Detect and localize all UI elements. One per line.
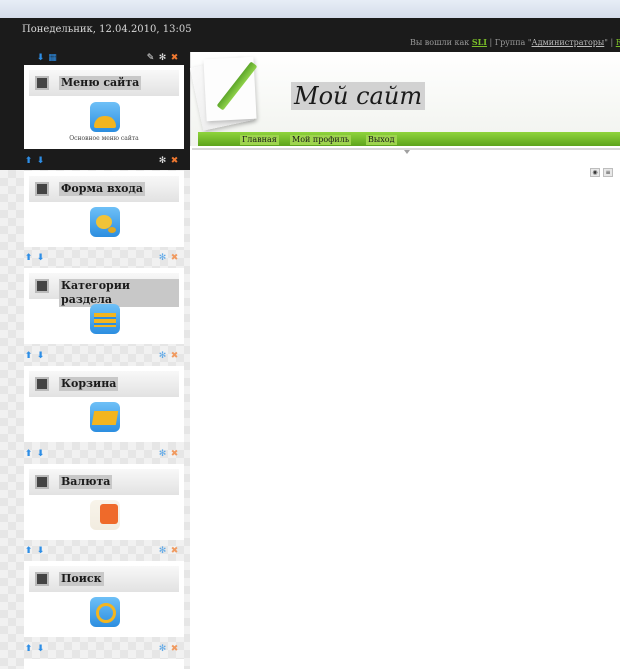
- module-7-left-controls: ⬆ ⬇: [24, 643, 45, 655]
- menu-bell-icon[interactable]: [90, 102, 120, 132]
- admin-page: { "header": { "date": "Понедельник, 12.0…: [0, 0, 620, 669]
- nav-profile[interactable]: Мой профиль: [290, 135, 352, 145]
- key-icon[interactable]: [90, 207, 120, 237]
- move-down-icon[interactable]: ⬇: [36, 351, 45, 361]
- module-4-left-controls: ⬆ ⬇: [24, 350, 45, 362]
- module-square-icon: [37, 574, 47, 584]
- collapse-arrow-icon[interactable]: [404, 150, 410, 154]
- gear-icon[interactable]: ✻: [158, 449, 167, 459]
- grid-icon[interactable]: ▦: [48, 53, 57, 63]
- module-currency: Валюта: [24, 464, 184, 540]
- module-login-form: Форма входа: [24, 171, 184, 247]
- module-title-bar: Поиск: [29, 566, 179, 592]
- module-site-menu: Меню сайта Основное меню сайта: [24, 65, 184, 149]
- basket-icon[interactable]: [90, 402, 120, 432]
- search-magnifier-icon[interactable]: [90, 597, 120, 627]
- module-caption: Основное меню сайта: [69, 135, 139, 142]
- module-3-left-controls: ⬆ ⬇: [24, 252, 45, 264]
- group-link[interactable]: Администраторы: [532, 38, 605, 47]
- move-down-icon[interactable]: ⬇: [36, 449, 45, 459]
- module-7-right-controls: ✻ ✖: [158, 643, 179, 655]
- module-title-bar: Форма входа: [29, 176, 179, 202]
- login-prefix: Вы вошли как: [410, 38, 470, 47]
- move-up-icon[interactable]: ⬆: [24, 644, 33, 654]
- module-title: Поиск: [59, 572, 104, 586]
- module-title: Категории раздела: [59, 279, 179, 307]
- module-2-right-controls: ✻ ✖: [158, 155, 179, 167]
- gear-icon[interactable]: ✻: [158, 351, 167, 361]
- module-square-icon: [37, 477, 47, 487]
- close-icon[interactable]: ✖: [170, 449, 179, 459]
- module-2-left-controls: ⬆ ⬇: [24, 155, 45, 167]
- module-6-right-controls: ✻ ✖: [158, 545, 179, 557]
- gear-icon[interactable]: ✻: [158, 546, 167, 556]
- module-title: Меню сайта: [59, 76, 142, 90]
- categories-icon[interactable]: [90, 304, 120, 334]
- move-up-icon[interactable]: ⬆: [24, 351, 33, 361]
- module-4-right-controls: ✻ ✖: [158, 350, 179, 362]
- user-link[interactable]: SLI: [472, 37, 487, 47]
- module-square-icon: [37, 184, 47, 194]
- site-title[interactable]: Мой сайт: [291, 82, 426, 110]
- module-title-bar: Корзина: [29, 371, 179, 397]
- group-prefix: | Группа ": [486, 38, 532, 47]
- close-icon[interactable]: ✖: [170, 546, 179, 556]
- login-info: Вы вошли как SLI | Группа "Администратор…: [410, 37, 620, 47]
- module-categories: Категории раздела: [24, 268, 184, 344]
- group-suffix: " |: [604, 38, 616, 47]
- module-cart: Корзина: [24, 366, 184, 442]
- move-down-icon[interactable]: ⬇: [36, 546, 45, 556]
- module-5-left-controls: ⬆ ⬇: [24, 448, 45, 460]
- preview-icon[interactable]: ◉: [590, 168, 600, 177]
- close-icon[interactable]: ✖: [170, 253, 179, 263]
- gear-icon[interactable]: ✻: [158, 156, 167, 166]
- module-search: Поиск: [24, 561, 184, 637]
- gear-icon[interactable]: ✻: [158, 253, 167, 263]
- edit-icon[interactable]: ≡: [603, 168, 613, 177]
- module-title-bar: Валюта: [29, 469, 179, 495]
- move-down-icon[interactable]: ⬇: [36, 644, 45, 654]
- module-title: Корзина: [59, 377, 119, 391]
- module-square-icon: [37, 379, 47, 389]
- module-next-partial: [24, 659, 184, 669]
- module-title: Валюта: [59, 475, 113, 489]
- move-up-icon[interactable]: ⬆: [24, 156, 33, 166]
- move-up-icon[interactable]: ⬆: [24, 449, 33, 459]
- move-down-icon[interactable]: ⬇: [36, 53, 45, 63]
- nav-home[interactable]: Главная: [240, 135, 279, 145]
- module-square-icon: [37, 281, 47, 291]
- move-up-icon[interactable]: ⬆: [24, 546, 33, 556]
- site-nav: Главная Мой профиль Выход: [198, 132, 620, 146]
- currency-icon[interactable]: [90, 500, 120, 530]
- wrench-icon[interactable]: ✎: [146, 53, 155, 63]
- close-icon[interactable]: ✖: [170, 156, 179, 166]
- move-down-icon[interactable]: ⬇: [36, 156, 45, 166]
- gear-icon[interactable]: ✻: [158, 53, 167, 63]
- close-icon[interactable]: ✖: [170, 351, 179, 361]
- module-1-top-controls: ⬇ ▦: [36, 52, 57, 64]
- module-title-bar: Меню сайта: [29, 70, 179, 96]
- gear-icon[interactable]: ✻: [158, 644, 167, 654]
- close-icon[interactable]: ✖: [170, 644, 179, 654]
- current-date: Понедельник, 12.04.2010, 13:05: [22, 24, 192, 35]
- close-icon[interactable]: ✖: [170, 53, 179, 63]
- module-title: Форма входа: [59, 182, 145, 196]
- module-1-right-controls: ✎ ✻ ✖: [146, 52, 179, 64]
- module-square-icon: [37, 78, 47, 88]
- browser-top-strip: [0, 0, 620, 18]
- nav-logout[interactable]: Выход: [366, 135, 397, 145]
- move-down-icon[interactable]: ⬇: [36, 253, 45, 263]
- module-title-bar: Категории раздела: [29, 273, 179, 307]
- module-6-left-controls: ⬆ ⬇: [24, 545, 45, 557]
- next-link[interactable]: R: [616, 38, 620, 47]
- module-3-right-controls: ✻ ✖: [158, 252, 179, 264]
- module-5-right-controls: ✻ ✖: [158, 448, 179, 460]
- move-up-icon[interactable]: ⬆: [24, 253, 33, 263]
